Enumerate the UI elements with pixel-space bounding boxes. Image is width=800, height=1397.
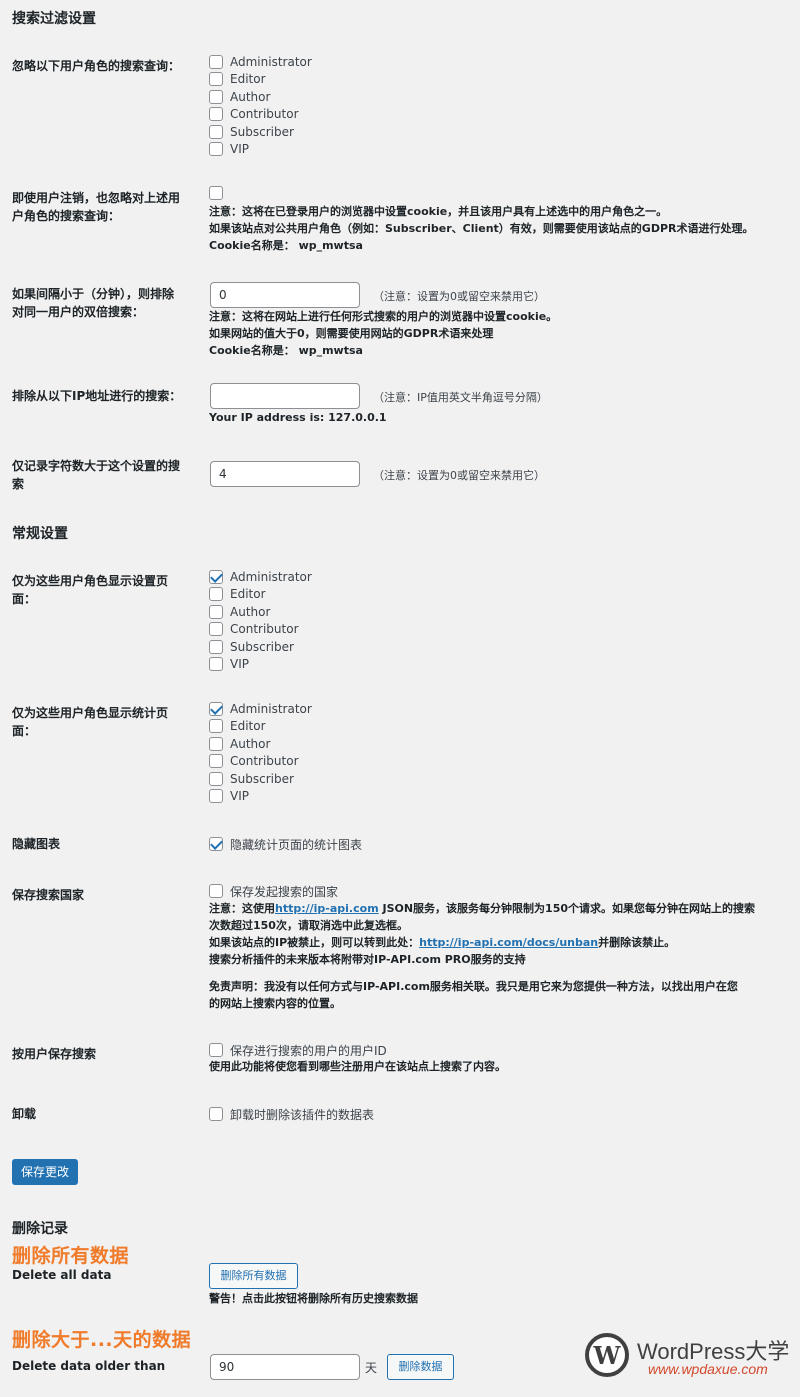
checkbox[interactable] — [209, 107, 223, 121]
delete-older-button[interactable]: 删除数据 — [387, 1354, 454, 1380]
checkbox[interactable] — [209, 605, 223, 619]
checkbox[interactable] — [209, 657, 223, 671]
ignore-role-contributor[interactable]: Contributor — [209, 106, 299, 122]
checkbox[interactable] — [209, 186, 223, 200]
settings-role-subscriber[interactable]: Subscriber — [209, 639, 294, 655]
ignore-roles-label: 忽略以下用户角色的搜索查询： — [12, 59, 181, 73]
checkbox-checked[interactable] — [209, 837, 223, 851]
stats-roles-label: 仅为这些用户角色显示统计页 面： — [12, 706, 169, 738]
delete-all-warning: 警告！点击此按钮将删除所有历史搜索数据 — [209, 1292, 418, 1305]
ip-api-unban-link[interactable]: http://ip-api.com/docs/unban — [419, 936, 598, 949]
hide-charts-option[interactable]: 隐藏统计页面的统计图表 — [209, 836, 362, 852]
delete-section-title: 删除记录 — [12, 1221, 68, 1237]
checkbox[interactable] — [209, 125, 223, 139]
checkbox[interactable] — [209, 72, 223, 86]
ignore-role-vip[interactable]: VIP — [209, 141, 249, 157]
checkbox-checked[interactable] — [209, 702, 223, 716]
save-country-option[interactable]: 保存发起搜索的国家 — [209, 883, 338, 899]
settings-roles-label: 仅为这些用户角色显示设置页 面： — [12, 574, 169, 606]
delete-older-days-input[interactable]: 90 — [210, 1354, 360, 1380]
double-search-interval-input[interactable]: 0 — [210, 282, 360, 308]
double-search-note: 注意：这将在网站上进行任何形式搜索的用户的浏览器中设置cookie。 如果网站的… — [209, 310, 558, 357]
checkbox[interactable] — [209, 1043, 223, 1057]
ignore-logged-out-note: 注意：这将在已登录用户的浏览器中设置cookie，并且该用户具有上述选中的用户角… — [209, 205, 754, 252]
checkbox[interactable] — [209, 789, 223, 803]
settings-role-contributor[interactable]: Contributor — [209, 621, 299, 637]
ignore-role-administrator[interactable]: Administrator — [209, 54, 312, 70]
general-section-title: 常规设置 — [12, 526, 68, 542]
ip-api-link[interactable]: http://ip-api.com — [275, 902, 379, 915]
min-chars-input[interactable]: 4 — [210, 461, 360, 487]
save-country-note: 注意：这使用http://ip-api.com JSON服务，该服务每分钟限制为… — [209, 902, 756, 1010]
ignore-role-editor[interactable]: Editor — [209, 71, 266, 87]
your-ip-note: Your IP address is: 127.0.0.1 — [209, 411, 387, 424]
stats-role-contributor[interactable]: Contributor — [209, 753, 299, 769]
stats-role-administrator[interactable]: Administrator — [209, 701, 312, 717]
stats-role-vip[interactable]: VIP — [209, 788, 249, 804]
checkbox[interactable] — [209, 55, 223, 69]
min-chars-label: 仅记录字符数大于这个设置的搜 索 — [12, 459, 181, 491]
delete-older-label: Delete data older than — [12, 1359, 166, 1373]
checkbox[interactable] — [209, 719, 223, 733]
days-unit: 天 — [365, 1361, 378, 1375]
save-country-label: 保存搜索国家 — [12, 888, 85, 902]
settings-role-editor[interactable]: Editor — [209, 586, 266, 602]
stats-role-author[interactable]: Author — [209, 736, 270, 752]
checkbox[interactable] — [209, 587, 223, 601]
save-user-label: 按用户保存搜索 — [12, 1047, 97, 1061]
save-changes-button[interactable]: 保存更改 — [12, 1159, 78, 1185]
delete-all-label: Delete all data — [12, 1268, 112, 1282]
exclude-ip-label: 排除从以下IP地址进行的搜索： — [12, 389, 182, 403]
uninstall-label: 卸载 — [12, 1107, 37, 1121]
double-search-hint: （注意：设置为0或留空来禁用它） — [373, 290, 545, 303]
checkbox[interactable] — [209, 754, 223, 768]
ignore-logged-out-checkbox[interactable] — [209, 185, 230, 201]
ignore-role-subscriber[interactable]: Subscriber — [209, 124, 294, 140]
hide-charts-label: 隐藏图表 — [12, 837, 61, 851]
checkbox[interactable] — [209, 884, 223, 898]
checkbox-checked[interactable] — [209, 570, 223, 584]
watermark-url: www.wpdaxue.com — [648, 1361, 768, 1377]
checkbox[interactable] — [209, 1107, 223, 1121]
ignore-role-author[interactable]: Author — [209, 89, 270, 105]
settings-role-author[interactable]: Author — [209, 604, 270, 620]
exclude-ip-input[interactable] — [210, 383, 360, 409]
settings-role-vip[interactable]: VIP — [209, 656, 249, 672]
checkbox[interactable] — [209, 640, 223, 654]
checkbox[interactable] — [209, 622, 223, 636]
stats-role-subscriber[interactable]: Subscriber — [209, 771, 294, 787]
wordpress-logo-icon: W — [585, 1333, 629, 1377]
double-search-label: 如果间隔小于（分钟），则排除 对同一用户的双倍搜索： — [12, 287, 175, 319]
save-user-note: 使用此功能将使您看到哪些注册用户在该站点上搜索了内容。 — [209, 1060, 506, 1073]
checkbox[interactable] — [209, 142, 223, 156]
min-chars-hint: （注意：设置为0或留空来禁用它） — [373, 469, 545, 482]
exclude-ip-hint: （注意：IP值用英文半角逗号分隔） — [373, 391, 548, 404]
uninstall-option[interactable]: 卸载时删除该插件的数据表 — [209, 1106, 374, 1122]
checkbox[interactable] — [209, 772, 223, 786]
overlay-delete-older-caption: 删除大于...天的数据 — [12, 1329, 192, 1351]
save-user-option[interactable]: 保存进行搜索的用户的用户ID — [209, 1042, 387, 1058]
settings-role-administrator[interactable]: Administrator — [209, 569, 312, 585]
ignore-logged-out-label: 即使用户注销，也忽略对上述用 户角色的搜索查询： — [12, 191, 181, 223]
delete-all-button[interactable]: 删除所有数据 — [209, 1263, 298, 1289]
stats-role-editor[interactable]: Editor — [209, 718, 266, 734]
overlay-delete-all-caption: 删除所有数据 — [12, 1245, 130, 1267]
checkbox[interactable] — [209, 737, 223, 751]
filter-section-title: 搜索过滤设置 — [12, 11, 96, 27]
checkbox[interactable] — [209, 90, 223, 104]
